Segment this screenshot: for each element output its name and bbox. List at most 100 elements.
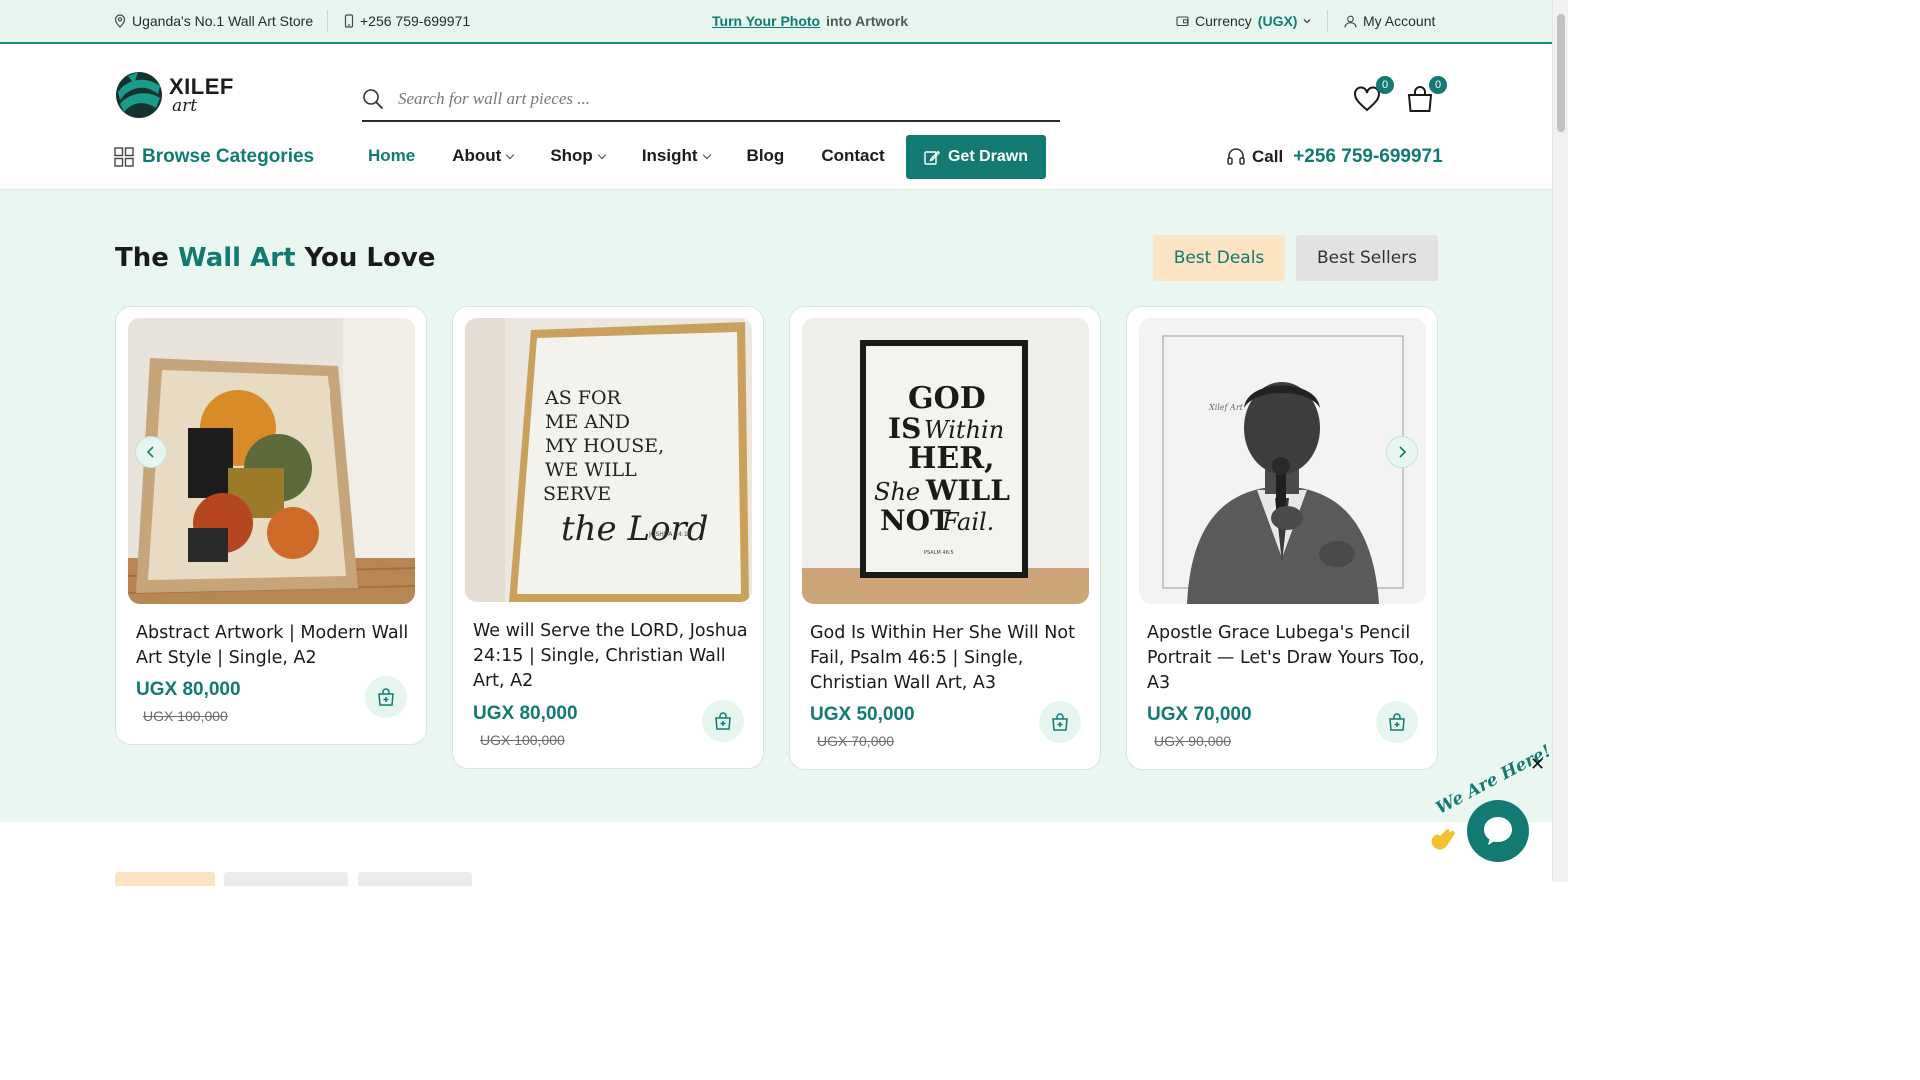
poster-line: WE WILL [545,459,637,481]
chevron-down-icon [506,150,515,159]
product-title[interactable]: Apostle Grace Lubega's Pencil Portrait —… [1147,621,1427,696]
product-price: UGX 80,000 [136,679,241,700]
chat-bubble-icon [1484,817,1512,845]
bag-plus-icon [1052,713,1068,731]
wishlist-button[interactable]: 0 [1350,76,1394,116]
product-price: UGX 50,000 [810,704,915,725]
poster-script: the Lord [561,509,709,549]
cart-count-badge: 0 [1429,76,1447,94]
browse-categories-label: Browse Categories [142,146,315,167]
product-old-price: UGX 70,000 [817,733,895,749]
nav-about-label: About [452,146,502,165]
headset-icon [1227,148,1245,165]
page-scrollbar[interactable] [1552,0,1568,882]
add-to-cart-button[interactable] [365,676,407,718]
next-section-tab[interactable] [358,872,472,886]
abstract-artwork-image [128,318,415,604]
wall-art-section: The Wall Art You Love Best Deals Best Se… [0,190,1552,822]
chevron-left-icon [146,446,154,458]
call-label: Call [1252,147,1284,166]
next-section-tab[interactable] [224,872,348,886]
wallet-icon [1176,15,1189,27]
currency-value: (UGX) [1257,13,1298,29]
product-image[interactable]: GOD IS Within HER, She WILL NOT Fail. PS… [802,318,1089,604]
section-title-post: You Love [304,243,436,273]
nav-blog-label: Blog [746,146,785,165]
nav-home-label: Home [368,146,416,165]
product-card[interactable]: GOD IS Within HER, She WILL NOT Fail. PS… [789,306,1101,770]
bag-plus-icon [378,688,394,706]
chat-close-button[interactable]: ✕ [1530,754,1545,775]
site-logo[interactable]: XILEF art [114,70,244,122]
chevron-right-icon [1399,446,1407,458]
product-old-price: UGX 100,000 [143,708,228,724]
product-title[interactable]: Abstract Artwork | Modern Wall Art Style… [136,621,416,671]
nav-contact[interactable]: Contact [821,146,884,166]
top-phone[interactable]: +256 759-699971 [344,0,470,42]
nav-home[interactable]: Home [368,146,415,166]
poster-line: Fail. [941,508,994,536]
christian-poster-image: AS FOR ME AND MY HOUSE, WE WILL SERVE th… [465,318,752,602]
promo-text: Turn Your Photo into Artwork [712,0,908,42]
edit-icon [924,150,940,165]
add-to-cart-button[interactable] [1039,701,1081,743]
poster-line: Within [924,416,1004,444]
next-section-tab[interactable] [115,872,215,886]
product-price: UGX 80,000 [473,703,578,724]
logo-sub: art [172,96,198,116]
browse-categories-button[interactable]: Browse Categories [114,146,314,168]
currency-selector[interactable]: Currency (UGX) [1176,0,1311,42]
product-price: UGX 70,000 [1147,704,1252,725]
chevron-down-icon [1303,18,1311,24]
chevron-down-icon [597,150,607,159]
bag-plus-icon [715,712,731,730]
waving-hand-icon [1431,829,1455,850]
divider [1327,10,1328,32]
poster-ref: PSALM 46:5 [924,550,954,556]
chat-launcher-button[interactable] [1467,800,1529,862]
search-bar [362,78,1060,122]
cart-button[interactable]: 0 [1403,76,1447,116]
top-bar: Uganda's No.1 Wall Art Store +256 759-69… [0,0,1552,44]
christian-poster-image: GOD IS Within HER, She WILL NOT Fail. PS… [802,318,1089,604]
poster-line: AS FOR [544,387,622,409]
search-icon[interactable] [362,88,384,110]
product-card[interactable]: Xilef Art Apostle Grace Lubega's Pencil … [1126,306,1438,770]
product-image[interactable]: Xilef Art [1139,318,1426,604]
nav-blog[interactable]: Blog [747,146,785,166]
turn-photo-link[interactable]: Turn Your Photo [712,13,820,29]
nav-shop[interactable]: Shop [550,146,607,166]
get-drawn-button[interactable]: Get Drawn [906,135,1046,179]
product-title[interactable]: God Is Within Her She Will Not Fail, Psa… [810,621,1090,696]
user-icon [1344,15,1357,28]
nav-insight-label: Insight [641,146,698,165]
product-image[interactable]: AS FOR ME AND MY HOUSE, WE WILL SERVE th… [465,318,752,602]
section-title-pre: The [115,243,169,273]
product-card[interactable]: Abstract Artwork | Modern Wall Art Style… [115,306,427,745]
section-title: The Wall Art You Love [115,243,435,273]
nav-contact-label: Contact [821,146,885,165]
scrollbar-thumb[interactable] [1557,14,1565,132]
store-tagline-text: Uganda's No.1 Wall Art Store [132,13,314,29]
add-to-cart-button[interactable] [702,700,744,742]
nav-insight[interactable]: Insight [641,146,711,166]
call-link[interactable]: Call +256 759-699971 [1226,146,1443,168]
product-image[interactable] [128,318,415,604]
logo-mark-icon [116,72,162,118]
my-account-link[interactable]: My Account [1344,0,1435,42]
nav-about[interactable]: About [452,146,515,166]
add-to-cart-button[interactable] [1376,701,1418,743]
search-input[interactable] [398,89,1038,109]
carousel-prev-button[interactable] [135,436,167,468]
section-title-accent: Wall Art [177,243,296,273]
carousel-next-button[interactable] [1386,436,1418,468]
get-drawn-label: Get Drawn [947,148,1028,165]
poster-line: WILL [925,474,1010,507]
nav-shop-label: Shop [550,146,593,165]
product-title[interactable]: We will Serve the LORD, Joshua 24:15 | S… [473,619,753,694]
bag-plus-icon [1389,713,1405,731]
poster-line: ME AND [545,411,630,433]
product-card[interactable]: AS FOR ME AND MY HOUSE, WE WILL SERVE th… [452,306,764,769]
tab-best-deals[interactable]: Best Deals [1153,235,1285,281]
tab-best-sellers[interactable]: Best Sellers [1296,235,1438,281]
